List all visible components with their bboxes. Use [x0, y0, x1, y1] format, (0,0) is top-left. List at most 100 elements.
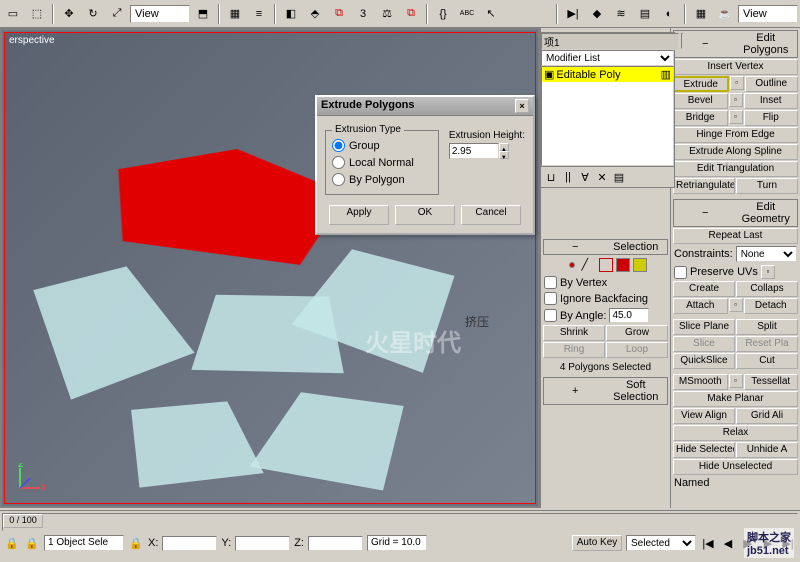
tool-keyboard-icon[interactable]: ▦ — [224, 3, 246, 25]
quick-render-icon[interactable]: ☕ — [714, 3, 736, 25]
local-normal-radio[interactable] — [332, 156, 345, 169]
element-subobj-icon[interactable] — [633, 258, 647, 272]
split-button[interactable]: Split — [736, 319, 798, 335]
soft-selection-header[interactable]: +Soft Selection — [543, 377, 668, 405]
redo-view-icon[interactable]: ◆ — [586, 3, 608, 25]
edge-subobj-icon[interactable]: ╱ — [582, 258, 596, 272]
tool-select-icon[interactable]: ▭ — [2, 3, 24, 25]
x-input[interactable] — [162, 536, 217, 551]
relax-button[interactable]: Relax — [673, 425, 798, 441]
close-icon[interactable]: × — [515, 99, 529, 113]
tool-manip-icon[interactable]: ⬒ — [192, 3, 214, 25]
apply-button[interactable]: Apply — [329, 205, 389, 225]
spinner-up-icon[interactable]: ▲ — [499, 143, 509, 151]
selection-header[interactable]: −Selection — [543, 239, 668, 255]
timeline-marker[interactable]: 0 / 100 — [3, 514, 43, 528]
modifier-list-dropdown[interactable]: Modifier List — [541, 50, 674, 66]
tool-mirror-icon[interactable]: ◧ — [280, 3, 302, 25]
y-input[interactable] — [235, 536, 290, 551]
tool-scale-icon[interactable]: ⤢ — [106, 3, 128, 25]
unhide-button[interactable]: Unhide A — [736, 442, 798, 458]
collapse-button[interactable]: Collaps — [736, 281, 798, 297]
pin-stack-icon[interactable]: ⊔ — [543, 169, 559, 185]
preserve-uvs-settings[interactable]: ▫ — [761, 265, 775, 279]
msmooth-settings-button[interactable]: ▫ — [729, 374, 743, 388]
remove-mod-icon[interactable]: ✕ — [594, 169, 610, 185]
timeline[interactable]: 0 / 100 — [2, 513, 798, 531]
dialog-titlebar[interactable]: Extrude Polygons × — [317, 97, 533, 116]
edit-polygons-header[interactable]: −Edit Polygons — [673, 30, 798, 58]
lock-icon[interactable]: 🔒 — [4, 535, 20, 551]
quickslice-button[interactable]: QuickSlice — [673, 353, 735, 369]
spinner-snap-icon[interactable]: ⧉ — [400, 3, 422, 25]
arrow-icon[interactable]: ↖ — [480, 3, 502, 25]
show-result-icon[interactable]: || — [560, 169, 576, 185]
edit-geometry-header[interactable]: −Edit Geometry — [673, 199, 798, 227]
flip-button[interactable]: Flip — [744, 110, 799, 126]
extrude-spline-button[interactable]: Extrude Along Spline — [673, 144, 798, 160]
layers-icon[interactable]: ≋ — [610, 3, 632, 25]
bridge-settings-button[interactable]: ▫ — [729, 110, 743, 124]
constraints-dropdown[interactable]: None — [736, 246, 797, 262]
unique-icon[interactable]: ∀ — [577, 169, 593, 185]
lock2-icon[interactable]: 🔒 — [24, 535, 40, 551]
bevel-settings-button[interactable]: ▫ — [729, 93, 743, 107]
abc-icon[interactable]: ABC — [456, 3, 478, 25]
angle-snap-icon[interactable]: 3 — [352, 3, 374, 25]
edit-named-icon[interactable]: {} — [432, 3, 454, 25]
angle-input[interactable] — [609, 308, 649, 323]
selected-polygon[interactable] — [76, 139, 353, 272]
lock3-icon[interactable]: 🔒 — [128, 535, 144, 551]
bridge-button[interactable]: Bridge — [673, 110, 728, 126]
spinner-down-icon[interactable]: ▼ — [499, 151, 509, 159]
extrude-settings-button[interactable]: ▫ — [730, 76, 744, 90]
view-align-button[interactable]: View Align — [673, 408, 735, 424]
modifier-stack[interactable]: ▣Editable Poly▥ — [541, 66, 674, 166]
hinge-button[interactable]: Hinge From Edge — [673, 127, 798, 143]
object-name-input[interactable] — [541, 33, 679, 50]
grid-align-button[interactable]: Grid Ali — [736, 408, 798, 424]
view-dropdown-2[interactable]: View — [738, 5, 798, 23]
percent-snap-icon[interactable]: ⚖ — [376, 3, 398, 25]
loop-button[interactable]: Loop — [606, 342, 668, 358]
by-angle-checkbox[interactable] — [544, 309, 557, 322]
group-radio[interactable] — [332, 139, 345, 152]
turn-button[interactable]: Turn — [736, 178, 798, 194]
configure-icon[interactable]: ▤ — [611, 169, 627, 185]
polygon-subobj-icon[interactable] — [616, 258, 630, 272]
cut-button[interactable]: Cut — [736, 353, 798, 369]
outline-button[interactable]: Outline — [745, 76, 799, 92]
extrude-button[interactable]: Extrude — [673, 76, 729, 92]
attach-button[interactable]: Attach — [673, 298, 728, 314]
make-planar-button[interactable]: Make Planar — [673, 391, 798, 407]
grow-button[interactable]: Grow — [606, 325, 668, 341]
preserve-uvs-checkbox[interactable] — [674, 266, 687, 279]
material-icon[interactable]: ◐ — [658, 3, 680, 25]
tessellate-button[interactable]: Tessellat — [744, 374, 799, 390]
keymode-dropdown[interactable]: Selected — [626, 535, 696, 551]
edit-tri-button[interactable]: Edit Triangulation — [673, 161, 798, 177]
retriangulate-button[interactable]: Retriangulate — [673, 178, 735, 194]
reset-plane-button[interactable]: Reset Pla — [736, 336, 798, 352]
inset-button[interactable]: Inset — [744, 93, 799, 109]
detach-button[interactable]: Detach — [744, 298, 799, 314]
bevel-button[interactable]: Bevel — [673, 93, 728, 109]
ignore-backfacing-checkbox[interactable] — [544, 292, 557, 305]
z-input[interactable] — [308, 536, 363, 551]
msmooth-button[interactable]: MSmooth — [673, 374, 728, 390]
snap-toggle-icon[interactable]: ⧉ — [328, 3, 350, 25]
by-polygon-radio[interactable] — [332, 173, 345, 186]
tool-rotate-icon[interactable]: ↻ — [82, 3, 104, 25]
modifier-item[interactable]: ▣Editable Poly▥ — [542, 67, 673, 82]
extrusion-height-input[interactable] — [449, 143, 499, 159]
hide-selected-button[interactable]: Hide Selected — [673, 442, 735, 458]
reference-dropdown[interactable]: View — [130, 5, 190, 23]
cancel-button[interactable]: Cancel — [461, 205, 521, 225]
render-icon[interactable]: ▦ — [690, 3, 712, 25]
attach-settings-button[interactable]: ▫ — [729, 298, 743, 312]
ok-button[interactable]: OK — [395, 205, 455, 225]
prev-frame-icon[interactable]: ◀ — [720, 535, 736, 551]
object-color-swatch[interactable] — [681, 33, 683, 49]
tool-named-icon[interactable]: ≡ — [248, 3, 270, 25]
schematic-icon[interactable]: ▤ — [634, 3, 656, 25]
